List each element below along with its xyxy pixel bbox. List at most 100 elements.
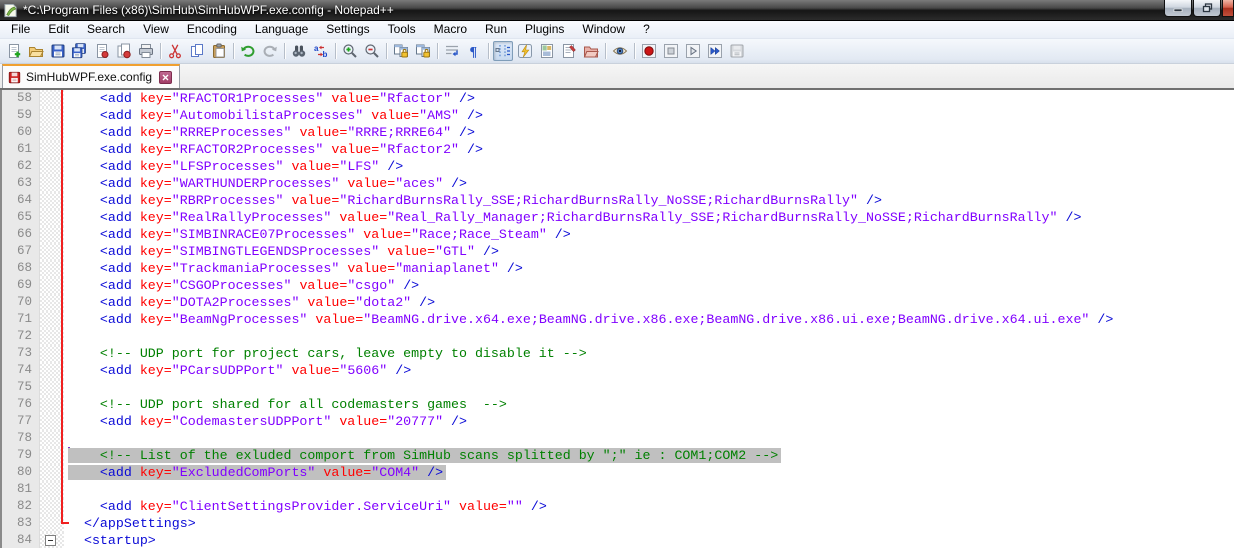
sync-horizontal-scrolling-button[interactable]: [413, 41, 433, 61]
redo-button[interactable]: [260, 41, 280, 61]
show-indent-guide-button[interactable]: [493, 41, 513, 61]
code-text[interactable]: <!-- UDP port for project cars, leave em…: [64, 345, 1234, 362]
menu-item-search[interactable]: Search: [78, 21, 134, 38]
menu-item-window[interactable]: Window: [573, 21, 634, 38]
tab-close-button[interactable]: [159, 71, 172, 84]
line-number[interactable]: 63: [2, 175, 40, 192]
monitoring-button[interactable]: [610, 41, 630, 61]
line-number[interactable]: 67: [2, 243, 40, 260]
line-number[interactable]: 60: [2, 124, 40, 141]
find-button[interactable]: [289, 41, 309, 61]
code-text[interactable]: <add key="PCarsUDPPort" value="5606" />: [64, 362, 1234, 379]
zoom-in-button[interactable]: [340, 41, 360, 61]
folder-as-workspace-button[interactable]: [581, 41, 601, 61]
code-text[interactable]: <add key="RBRProcesses" value="RichardBu…: [64, 192, 1234, 209]
line-number[interactable]: 69: [2, 277, 40, 294]
code-text[interactable]: [64, 379, 1234, 396]
fold-margin[interactable]: [40, 532, 64, 548]
undo-button[interactable]: [238, 41, 258, 61]
line-number[interactable]: 75: [2, 379, 40, 396]
line-number[interactable]: 66: [2, 226, 40, 243]
line-number[interactable]: 68: [2, 260, 40, 277]
menu-item-language[interactable]: Language: [246, 21, 317, 38]
line-number[interactable]: 65: [2, 209, 40, 226]
line-number[interactable]: 71: [2, 311, 40, 328]
close-button[interactable]: [92, 41, 112, 61]
sync-vertical-scrolling-button[interactable]: [391, 41, 411, 61]
replace-button[interactable]: ab: [311, 41, 331, 61]
word-wrap-button[interactable]: [442, 41, 462, 61]
code-text[interactable]: <add key="WARTHUNDERProcesses" value="ac…: [64, 175, 1234, 192]
code-text[interactable]: <add key="RFACTOR2Processes" value="Rfac…: [64, 141, 1234, 158]
menu-item-encoding[interactable]: Encoding: [178, 21, 246, 38]
line-number[interactable]: 72: [2, 328, 40, 345]
line-number[interactable]: 59: [2, 107, 40, 124]
code-text[interactable]: <add key="LFSProcesses" value="LFS" />: [64, 158, 1234, 175]
code-text[interactable]: [64, 328, 1234, 345]
open-file-button[interactable]: [26, 41, 46, 61]
menu-item-edit[interactable]: Edit: [39, 21, 78, 38]
line-number[interactable]: 77: [2, 413, 40, 430]
line-number[interactable]: 76: [2, 396, 40, 413]
line-number[interactable]: 82: [2, 498, 40, 515]
minimize-button[interactable]: [1164, 0, 1192, 17]
line-number[interactable]: 81: [2, 481, 40, 498]
menu-item-view[interactable]: View: [134, 21, 178, 38]
menu-item-macro[interactable]: Macro: [425, 21, 476, 38]
line-number[interactable]: 80: [2, 464, 40, 481]
function-list-button[interactable]: [515, 41, 535, 61]
line-number[interactable]: 79: [2, 447, 40, 464]
macro-playback-button[interactable]: [683, 41, 703, 61]
code-text[interactable]: <add key="RRREProcesses" value="RRRE;RRR…: [64, 124, 1234, 141]
code-text[interactable]: <startup>: [64, 532, 1234, 548]
document-list-button[interactable]: [559, 41, 579, 61]
code-text[interactable]: <add key="CSGOProcesses" value="csgo" />: [64, 277, 1234, 294]
cut-button[interactable]: [165, 41, 185, 61]
code-text[interactable]: <add key="BeamNgProcesses" value="BeamNG…: [64, 311, 1234, 328]
macro-save-button[interactable]: [727, 41, 747, 61]
close-button[interactable]: [1222, 0, 1234, 17]
line-number[interactable]: 61: [2, 141, 40, 158]
line-number[interactable]: 64: [2, 192, 40, 209]
line-number[interactable]: 58: [2, 90, 40, 107]
code-editor[interactable]: 58 <add key="RFACTOR1Processes" value="R…: [0, 90, 1234, 548]
show-all-characters-button[interactable]: ¶: [464, 41, 484, 61]
code-text[interactable]: <add key="DOTA2Processes" value="dota2" …: [64, 294, 1234, 311]
code-text[interactable]: <!-- List of the exluded comport from Si…: [64, 447, 1234, 464]
code-text[interactable]: [64, 481, 1234, 498]
code-text[interactable]: <add key="TrackmaniaProcesses" value="ma…: [64, 260, 1234, 277]
print-button[interactable]: [136, 41, 156, 61]
line-number[interactable]: 62: [2, 158, 40, 175]
menu-item-file[interactable]: File: [2, 21, 39, 38]
menu-item-tools[interactable]: Tools: [379, 21, 425, 38]
code-text[interactable]: <add key="ClientSettingsProvider.Service…: [64, 498, 1234, 515]
macro-record-button[interactable]: [639, 41, 659, 61]
save-all-button[interactable]: [70, 41, 90, 61]
code-text[interactable]: <add key="ExcludedComPorts" value="COM4"…: [64, 464, 1234, 481]
line-number[interactable]: 70: [2, 294, 40, 311]
menu-item-settings[interactable]: Settings: [317, 21, 378, 38]
line-number[interactable]: 83: [2, 515, 40, 532]
code-text[interactable]: <add key="SIMBINGTLEGENDSProcesses" valu…: [64, 243, 1234, 260]
document-map-button[interactable]: [537, 41, 557, 61]
menu-item-run[interactable]: Run: [476, 21, 516, 38]
code-text[interactable]: <add key="AutomobilistaProcesses" value=…: [64, 107, 1234, 124]
restore-button[interactable]: [1193, 0, 1221, 17]
code-text[interactable]: <add key="RFACTOR1Processes" value="Rfac…: [64, 90, 1234, 107]
line-number[interactable]: 74: [2, 362, 40, 379]
paste-button[interactable]: [209, 41, 229, 61]
menu-item-help[interactable]: ?: [634, 21, 659, 38]
copy-button[interactable]: [187, 41, 207, 61]
code-text[interactable]: [64, 430, 1234, 447]
code-text[interactable]: <add key="RealRallyProcesses" value="Rea…: [64, 209, 1234, 226]
macro-run-multiple-button[interactable]: [705, 41, 725, 61]
code-text[interactable]: <!-- UDP port shared for all codemasters…: [64, 396, 1234, 413]
line-number[interactable]: 73: [2, 345, 40, 362]
code-text[interactable]: <add key="SIMBINRACE07Processes" value="…: [64, 226, 1234, 243]
code-text[interactable]: </appSettings>: [64, 515, 1234, 532]
menu-item-plugins[interactable]: Plugins: [516, 21, 573, 38]
zoom-out-button[interactable]: [362, 41, 382, 61]
macro-stop-button[interactable]: [661, 41, 681, 61]
line-number[interactable]: 84: [2, 532, 40, 548]
new-file-button[interactable]: [4, 41, 24, 61]
